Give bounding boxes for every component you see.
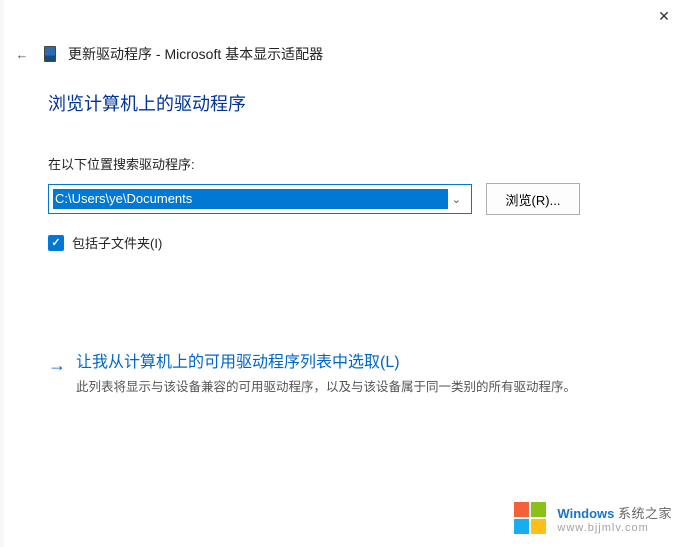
window-edge	[0, 0, 4, 547]
path-value: C:\Users\ye\Documents	[53, 189, 448, 209]
include-subfolders-checkbox[interactable]: ✓	[48, 235, 64, 251]
watermark-url: www.bjjmlv.com	[557, 522, 672, 534]
close-button[interactable]: ✕	[652, 4, 676, 28]
chevron-down-icon[interactable]: ⌄	[448, 193, 465, 206]
dialog-content: 浏览计算机上的驱动程序 在以下位置搜索驱动程序: C:\Users\ye\Doc…	[0, 72, 684, 397]
close-icon: ✕	[658, 8, 670, 25]
path-input-row: C:\Users\ye\Documents ⌄ 浏览(R)...	[48, 183, 636, 215]
watermark-slogan: 系统之家	[618, 506, 672, 521]
include-subfolders-label: 包括子文件夹(I)	[72, 233, 162, 252]
watermark: Windows 系统之家 www.bjjmlv.com	[511, 499, 672, 537]
windows-logo-icon	[511, 499, 549, 537]
browse-button[interactable]: 浏览(R)...	[486, 183, 580, 215]
pick-from-list-option[interactable]: → 让我从计算机上的可用驱动程序列表中选取(L) 此列表将显示与该设备兼容的可用…	[48, 352, 636, 397]
watermark-brand: Windows	[557, 506, 614, 521]
titlebar: ✕	[0, 0, 684, 32]
display-adapter-icon	[44, 46, 56, 62]
path-combobox[interactable]: C:\Users\ye\Documents ⌄	[48, 184, 472, 214]
include-subfolders-row[interactable]: ✓ 包括子文件夹(I)	[48, 233, 636, 252]
search-location-label: 在以下位置搜索驱动程序:	[48, 154, 636, 173]
arrow-right-icon: →	[48, 354, 66, 397]
back-button[interactable]: ←	[12, 44, 32, 64]
checkmark-icon: ✓	[51, 236, 60, 249]
page-heading: 浏览计算机上的驱动程序	[48, 90, 636, 116]
option-description: 此列表将显示与该设备兼容的可用驱动程序，以及与该设备属于同一类别的所有驱动程序。	[76, 378, 576, 397]
option-text-group: 让我从计算机上的可用驱动程序列表中选取(L) 此列表将显示与该设备兼容的可用驱动…	[76, 352, 576, 397]
dialog-header: ← 更新驱动程序 - Microsoft 基本显示适配器	[0, 32, 684, 72]
back-arrow-icon: ←	[16, 47, 29, 62]
dialog-title: 更新驱动程序 - Microsoft 基本显示适配器	[68, 44, 323, 64]
watermark-text: Windows 系统之家 www.bjjmlv.com	[557, 503, 672, 534]
option-title: 让我从计算机上的可用驱动程序列表中选取(L)	[76, 352, 576, 374]
